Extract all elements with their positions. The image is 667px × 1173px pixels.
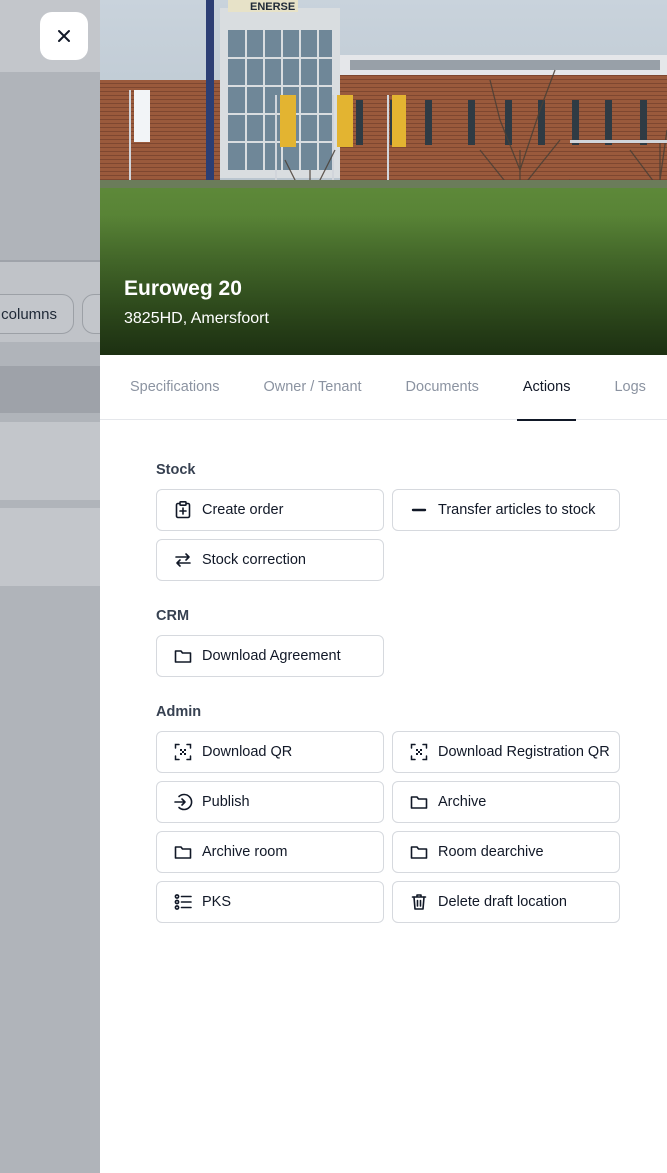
- section-title-admin: Admin: [156, 704, 202, 720]
- building-sign-text: ENERSE: [250, 1, 295, 13]
- tab-specifications[interactable]: Specifications: [130, 355, 219, 420]
- pks-button[interactable]: PKS: [156, 881, 384, 923]
- minus-icon: [409, 500, 429, 520]
- crm-actions: Download Agreement: [156, 635, 667, 677]
- pks-label: PKS: [202, 894, 232, 910]
- download-registration-qr-label: Download Registration QR: [438, 744, 610, 760]
- folder-icon: [173, 646, 193, 666]
- location-address: 3825HD, Amersfoort: [124, 310, 269, 327]
- clipboard-plus-icon: [173, 500, 193, 520]
- create-order-button[interactable]: Create order: [156, 489, 384, 531]
- download-agreement-button[interactable]: Download Agreement: [156, 635, 384, 677]
- download-registration-qr-button[interactable]: Download Registration QR: [392, 731, 620, 773]
- folder-icon: [409, 792, 429, 812]
- section-title-stock: Stock: [156, 462, 196, 478]
- close-button[interactable]: [40, 12, 88, 60]
- tab-owner-tenant[interactable]: Owner / Tenant: [263, 355, 361, 420]
- location-title: Euroweg 20: [124, 277, 242, 300]
- actions-panel: Stock Create order Transfer articles to …: [100, 420, 667, 923]
- folder-icon: [173, 842, 193, 862]
- tab-logs[interactable]: Logs: [614, 355, 645, 420]
- arrows-swap-icon: [173, 550, 193, 570]
- stock-correction-label: Stock correction: [202, 552, 306, 568]
- background-table-header: [0, 366, 100, 413]
- archive-room-label: Archive room: [202, 844, 288, 860]
- room-dearchive-button[interactable]: Room dearchive: [392, 831, 620, 873]
- folder-icon: [409, 842, 429, 862]
- publish-button[interactable]: Publish: [156, 781, 384, 823]
- delete-draft-location-label: Delete draft location: [438, 894, 567, 910]
- stock-actions: Create order Transfer articles to stock: [156, 489, 667, 581]
- close-icon: [58, 30, 70, 42]
- columns-button: columns: [0, 294, 74, 334]
- download-qr-button[interactable]: Download QR: [156, 731, 384, 773]
- stock-correction-button[interactable]: Stock correction: [156, 539, 384, 581]
- download-agreement-label: Download Agreement: [202, 648, 341, 664]
- background-table-row: [0, 508, 100, 586]
- transfer-articles-button[interactable]: Transfer articles to stock: [392, 489, 620, 531]
- tab-bar: Specifications Owner / Tenant Documents …: [100, 355, 667, 421]
- archive-room-button[interactable]: Archive room: [156, 831, 384, 873]
- location-drawer: ENERSE Euroweg 20 3825HD, Amersfoort Spe…: [100, 0, 667, 1173]
- create-order-label: Create order: [202, 502, 284, 518]
- section-title-crm: CRM: [156, 608, 190, 624]
- download-qr-label: Download QR: [202, 744, 293, 760]
- location-photo: ENERSE Euroweg 20 3825HD, Amersfoort: [100, 0, 667, 355]
- tab-actions[interactable]: Actions: [516, 355, 576, 421]
- delete-draft-location-button[interactable]: Delete draft location: [392, 881, 620, 923]
- transfer-articles-label: Transfer articles to stock: [438, 502, 596, 518]
- publish-label: Publish: [202, 794, 250, 810]
- list-icon: [173, 892, 193, 912]
- room-dearchive-label: Room dearchive: [438, 844, 544, 860]
- admin-actions: Download QR Download Registration QR Pub…: [156, 731, 667, 923]
- sign-in-icon: [173, 792, 193, 812]
- archive-label: Archive: [438, 794, 487, 810]
- trash-icon: [409, 892, 429, 912]
- archive-button[interactable]: Archive: [392, 781, 620, 823]
- tab-documents[interactable]: Documents: [406, 355, 479, 420]
- qr-scan-icon: [409, 742, 429, 762]
- qr-scan-icon: [173, 742, 193, 762]
- background-table-row: [0, 422, 100, 500]
